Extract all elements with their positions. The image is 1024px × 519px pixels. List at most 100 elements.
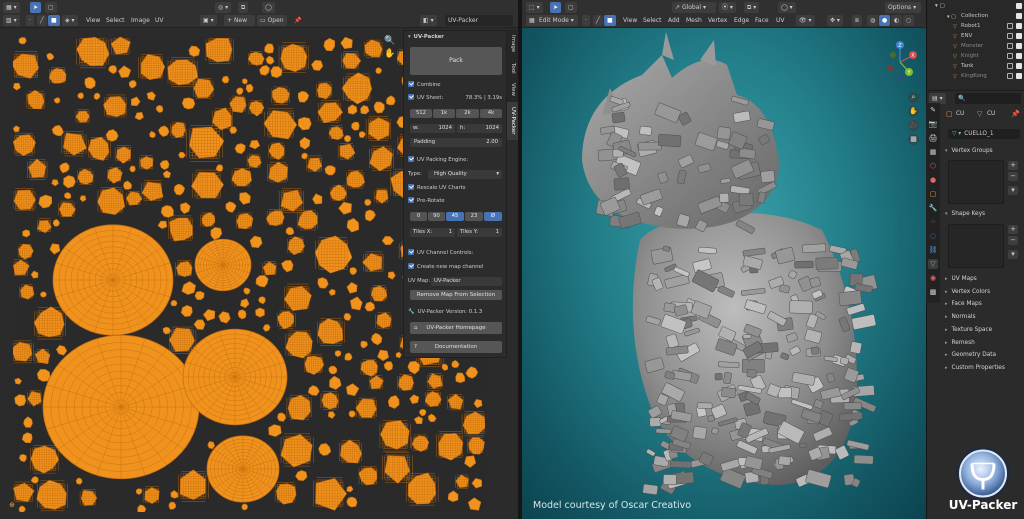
checkbox-icon[interactable] bbox=[1016, 73, 1022, 79]
xray-icon[interactable]: ⧈ bbox=[852, 15, 862, 26]
height-field[interactable]: h: 1024 bbox=[457, 124, 502, 133]
remove-shape-key-button[interactable]: − bbox=[1008, 236, 1018, 245]
vp-menu-vertex[interactable]: Vertex bbox=[708, 15, 727, 26]
vertex-groups-list[interactable] bbox=[948, 160, 1004, 204]
mode-dropdown[interactable]: Edit Mode ▾ bbox=[536, 15, 578, 26]
constraints-tab-icon[interactable]: ⛓ bbox=[928, 245, 938, 255]
tiles-y-field[interactable]: Tiles Y: 1 bbox=[457, 228, 502, 237]
prerotate-checkbox[interactable]: Pre-Rotate bbox=[408, 197, 504, 206]
view-layer-tab-icon[interactable]: ▦ bbox=[928, 147, 938, 157]
vp-menu-add[interactable]: Add bbox=[668, 15, 680, 26]
checkbox-icon[interactable] bbox=[1016, 33, 1022, 39]
mesh-datablock-field[interactable]: ▽ ▾ CUELLO_1 bbox=[948, 129, 1020, 139]
tab-uv-packer[interactable]: UV-Packer bbox=[507, 102, 518, 140]
2d-cursor-icon[interactable]: ⊕ bbox=[6, 500, 18, 510]
vertex-mode-icon[interactable]: · bbox=[582, 15, 590, 26]
checkbox-icon[interactable] bbox=[1016, 53, 1022, 59]
padding-field[interactable]: Padding 2.00 bbox=[410, 138, 502, 147]
angle-0-button[interactable]: 0 bbox=[410, 212, 427, 221]
material-tab-icon[interactable]: ◉ bbox=[928, 273, 938, 283]
res-512-button[interactable]: 512 bbox=[410, 109, 432, 118]
new-image-button[interactable]: + New bbox=[224, 15, 255, 26]
snap-icon[interactable]: ⧉ bbox=[238, 2, 249, 13]
add-shape-key-button[interactable]: + bbox=[1008, 225, 1018, 234]
vp-menu-uv[interactable]: UV bbox=[776, 15, 785, 26]
proportional-edit-icon[interactable]: ◯ ▾ bbox=[778, 2, 796, 13]
res-2k-button[interactable]: 2k bbox=[456, 109, 479, 118]
shape-key-menu-button[interactable]: ▾ bbox=[1008, 250, 1018, 259]
open-image-button[interactable]: ▭ Open bbox=[257, 15, 287, 26]
texture-tab-icon[interactable]: ▩ bbox=[928, 287, 938, 297]
outliner-row[interactable]: ▽ Robot1 bbox=[927, 22, 1024, 30]
angle-45-button[interactable]: 45 bbox=[446, 212, 464, 221]
vp-menu-select[interactable]: Select bbox=[643, 15, 662, 26]
outliner-row[interactable]: ▽ Knight bbox=[927, 52, 1024, 60]
physics-tab-icon[interactable]: ◌ bbox=[928, 231, 938, 241]
tab-image[interactable]: Image bbox=[507, 32, 518, 56]
create-map-checkbox[interactable]: Create new map channel bbox=[408, 263, 504, 272]
options-dropdown[interactable]: Options ▾ bbox=[885, 2, 921, 13]
remove-map-button[interactable]: Remove Map From Selection bbox=[410, 290, 502, 300]
uv-map-icon[interactable]: ◧ ▾ bbox=[420, 15, 437, 26]
edge-mode-icon[interactable]: ╱ bbox=[593, 15, 603, 26]
select-mode-icon[interactable]: ▢ bbox=[45, 2, 57, 13]
modifier-tab-icon[interactable]: 🔧 bbox=[928, 203, 938, 213]
output-tab-icon[interactable]: 🖨 bbox=[928, 133, 938, 143]
pan-view-icon[interactable]: ✋ bbox=[908, 106, 919, 117]
world-tab-icon[interactable]: ● bbox=[928, 175, 938, 185]
mesh-data-tab-icon[interactable]: ▽ bbox=[928, 259, 938, 269]
uv-map-datablock[interactable]: UV-Packer bbox=[445, 15, 513, 26]
checkbox-icon[interactable] bbox=[1016, 3, 1022, 9]
eye-icon[interactable] bbox=[1007, 33, 1013, 39]
box-select-icon[interactable]: ▢ bbox=[565, 2, 577, 13]
section-face-maps[interactable]: ▸ Face Maps bbox=[945, 299, 1022, 309]
tab-view[interactable]: View bbox=[507, 80, 518, 100]
section-geometry-data[interactable]: ▸ Geometry Data bbox=[945, 350, 1022, 360]
pivot-icon[interactable]: ◎ ▾ bbox=[215, 2, 232, 13]
vertex-group-menu-button[interactable]: ▾ bbox=[1008, 186, 1018, 195]
menu-uv[interactable]: UV bbox=[155, 15, 164, 26]
shape-keys-list[interactable] bbox=[948, 224, 1004, 268]
vp-menu-edge[interactable]: Edge bbox=[734, 15, 749, 26]
eye-icon[interactable] bbox=[1007, 43, 1013, 49]
outliner-row[interactable]: ▽ Monster bbox=[927, 42, 1024, 50]
remove-vertex-group-button[interactable]: − bbox=[1008, 172, 1018, 181]
tiles-x-field[interactable]: Tiles X: 1 bbox=[410, 228, 455, 237]
menu-select[interactable]: Select bbox=[106, 15, 125, 26]
pan-hand-icon[interactable]: ✋ bbox=[384, 49, 396, 59]
pin-icon[interactable]: 📌 bbox=[1011, 110, 1020, 118]
checkbox-icon[interactable] bbox=[1016, 63, 1022, 69]
homepage-button[interactable]: ⌂ UV-Packer Homepage bbox=[410, 322, 502, 334]
section-remesh[interactable]: ▸ Remesh bbox=[945, 338, 1022, 348]
combine-checkbox[interactable]: Combine bbox=[408, 81, 504, 90]
gizmo-toggle-icon[interactable]: ✥ ▾ bbox=[827, 15, 843, 26]
section-vertex-groups[interactable]: ▾ Vertex Groups bbox=[945, 146, 1022, 156]
eye-icon[interactable] bbox=[1007, 73, 1013, 79]
vertex-select-icon[interactable]: · bbox=[26, 15, 34, 26]
pin-icon[interactable]: 📌 bbox=[291, 15, 304, 26]
navigation-gizmo[interactable]: X Y Z bbox=[878, 38, 922, 86]
section-uv-maps[interactable]: ▸ UV Maps bbox=[945, 274, 1022, 284]
section-texture-space[interactable]: ▸ Texture Space bbox=[945, 325, 1022, 335]
rendered-shading-icon[interactable]: ○ bbox=[903, 15, 915, 26]
zoom-icon[interactable]: 🔍 bbox=[384, 36, 396, 46]
eye-icon[interactable] bbox=[1007, 53, 1013, 59]
uv-edit-mode-icon[interactable]: ▧ ▾ bbox=[3, 15, 20, 26]
wireframe-shading-icon[interactable]: ◍ bbox=[867, 15, 879, 26]
menu-view[interactable]: View bbox=[86, 15, 100, 26]
outliner-row-scene[interactable]: ▾ ▢ bbox=[927, 2, 1024, 10]
zoom-view-icon[interactable]: ⌕ bbox=[908, 92, 919, 103]
particles-tab-icon[interactable]: ⁘ bbox=[928, 217, 938, 227]
solid-shading-icon[interactable]: ● bbox=[879, 15, 891, 26]
angle-23-button[interactable]: 23 bbox=[465, 212, 483, 221]
section-custom-properties[interactable]: ▸ Custom Properties bbox=[945, 363, 1022, 373]
width-field[interactable]: w: 1024 bbox=[410, 124, 455, 133]
outliner-row[interactable]: ▾ ▢ Collection bbox=[927, 12, 1024, 20]
pivot-point-icon[interactable]: ⦿ ▾ bbox=[719, 2, 736, 13]
rescale-checkbox[interactable]: Rescale UV Charts bbox=[408, 184, 504, 193]
section-vertex-colors[interactable]: ▸ Vertex Colors bbox=[945, 287, 1022, 297]
angle-90-button[interactable]: 90 bbox=[428, 212, 445, 221]
snapping-icon[interactable]: ⧉ ▾ bbox=[744, 2, 760, 13]
viewport-type-icon[interactable]: ⬚ ▾ bbox=[526, 2, 543, 13]
vp-menu-view[interactable]: View bbox=[623, 15, 637, 26]
